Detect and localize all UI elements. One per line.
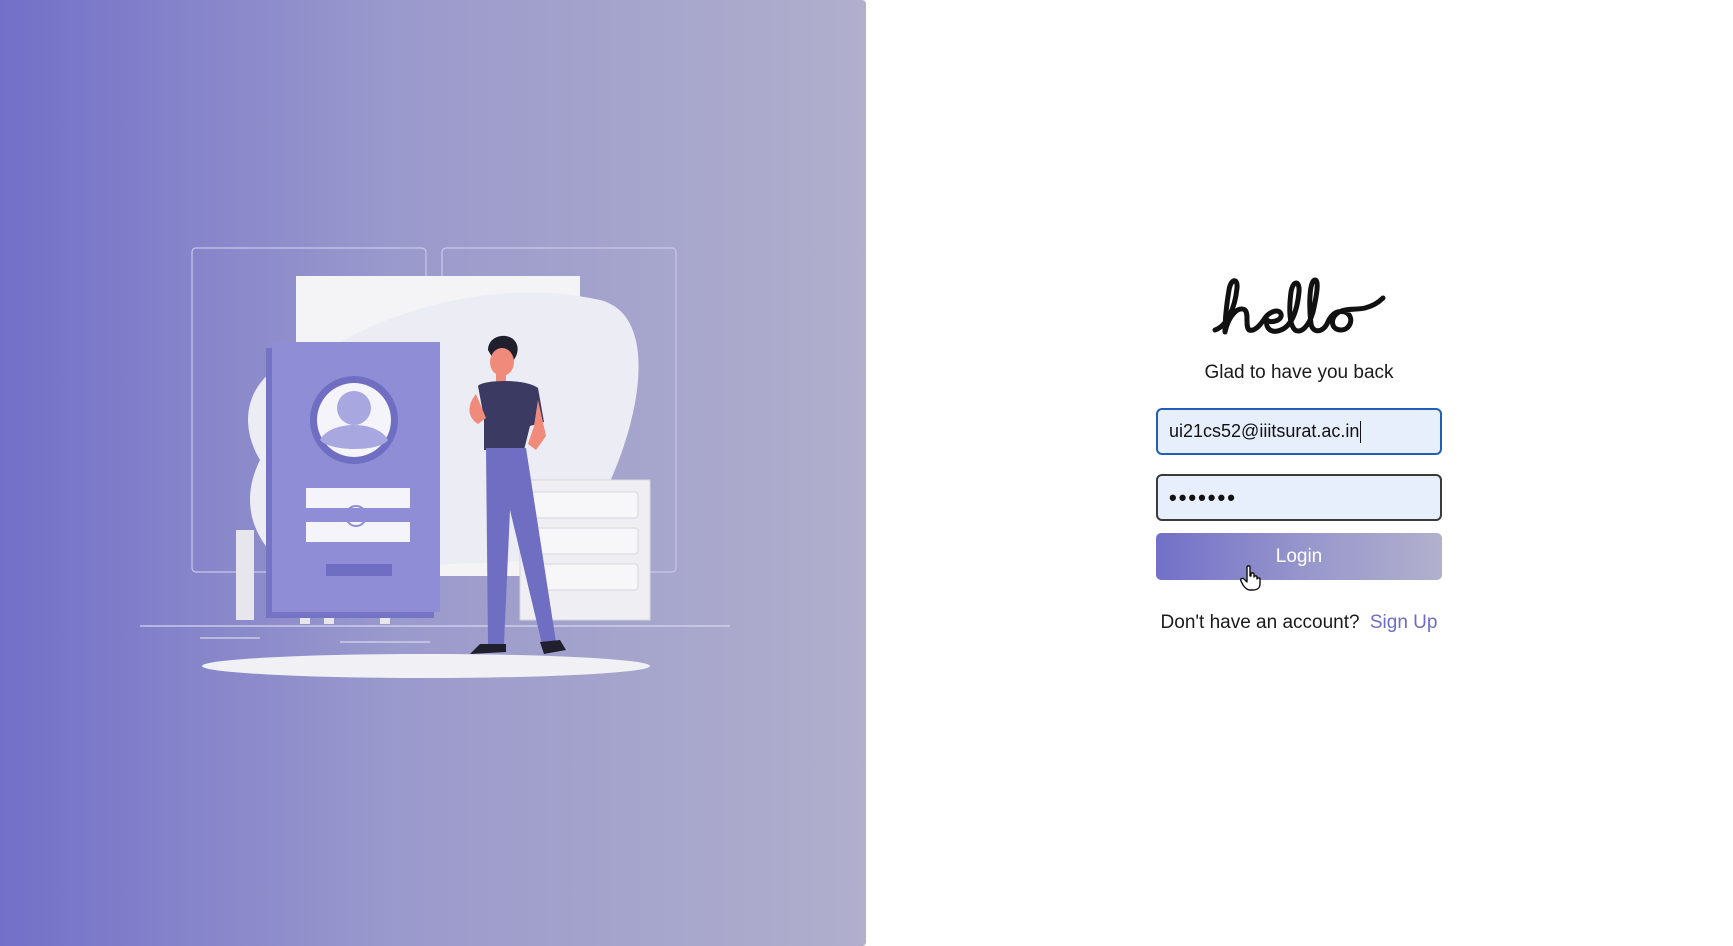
- signup-row: Don't have an account? Sign Up: [1161, 612, 1438, 634]
- login-button[interactable]: Login: [1156, 533, 1442, 591]
- signup-link[interactable]: Sign Up: [1370, 612, 1438, 633]
- login-panel: hello Glad to have you back ui21cs52@iii…: [866, 0, 1733, 946]
- hero-panel: [0, 0, 866, 946]
- text-caret: [1360, 420, 1362, 443]
- password-mask: •••••••: [1169, 484, 1237, 510]
- email-value: ui21cs52@iiitsurat.ac.in: [1169, 421, 1360, 441]
- password-field[interactable]: •••••••: [1156, 474, 1442, 521]
- hand-pointer-icon: [1240, 565, 1261, 591]
- signup-prompt: Don't have an account?: [1160, 612, 1360, 633]
- login-page: hello Glad to have you back ui21cs52@iii…: [0, 0, 1733, 946]
- subtitle: Glad to have you back: [1204, 362, 1394, 383]
- hello-logo: hello: [1212, 277, 1386, 335]
- login-form: hello Glad to have you back ui21cs52@iii…: [1156, 268, 1442, 634]
- email-field[interactable]: ui21cs52@iiitsurat.ac.in: [1156, 408, 1442, 455]
- login-illustration: [140, 247, 730, 678]
- login-button-label: Login: [1275, 545, 1323, 567]
